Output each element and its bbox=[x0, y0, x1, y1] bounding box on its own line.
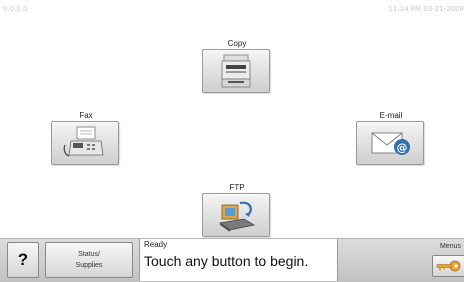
copy-button[interactable] bbox=[202, 49, 270, 93]
ftp-transfer-icon bbox=[218, 201, 256, 232]
menus-label: Menus bbox=[439, 243, 461, 250]
copy-label: Copy bbox=[227, 39, 247, 48]
printer-home-screen: 0.0.0.0 11:14 PM 03-21-2008 Copy Fax E-m… bbox=[0, 0, 464, 282]
ftp-label: FTP bbox=[229, 183, 245, 192]
bottom-bar: ? Status/ Supplies Ready Touch any butto… bbox=[0, 238, 464, 282]
ip-address: 0.0.0.0 bbox=[3, 5, 28, 13]
ftp-button[interactable] bbox=[202, 193, 270, 237]
email-label: E-mail bbox=[379, 111, 403, 120]
fax-machine-icon bbox=[63, 126, 104, 157]
fax-button[interactable] bbox=[51, 121, 119, 165]
fax-label: Fax bbox=[79, 111, 93, 120]
svg-text:@: @ bbox=[397, 141, 408, 154]
status-bar: 0.0.0.0 11:14 PM 03-21-2008 bbox=[0, 0, 464, 14]
message-area: Ready Touch any button to begin. bbox=[139, 239, 338, 281]
date-time: 11:14 PM 03-21-2008 bbox=[388, 5, 464, 13]
envelope-at-icon: @ bbox=[371, 132, 410, 155]
email-button[interactable]: @ bbox=[356, 121, 424, 165]
instruction-text: Touch any button to begin. bbox=[144, 253, 309, 269]
menus-button[interactable] bbox=[432, 255, 464, 277]
printer-status-text: Ready bbox=[144, 240, 168, 249]
copier-icon bbox=[221, 54, 251, 88]
status-supplies-label-line1: Status/ bbox=[78, 251, 100, 258]
key-icon bbox=[436, 260, 461, 272]
status-supplies-label-line2: Supplies bbox=[75, 262, 103, 269]
help-button[interactable]: ? bbox=[7, 242, 39, 278]
status-supplies-button[interactable]: Status/ Supplies bbox=[45, 242, 133, 278]
